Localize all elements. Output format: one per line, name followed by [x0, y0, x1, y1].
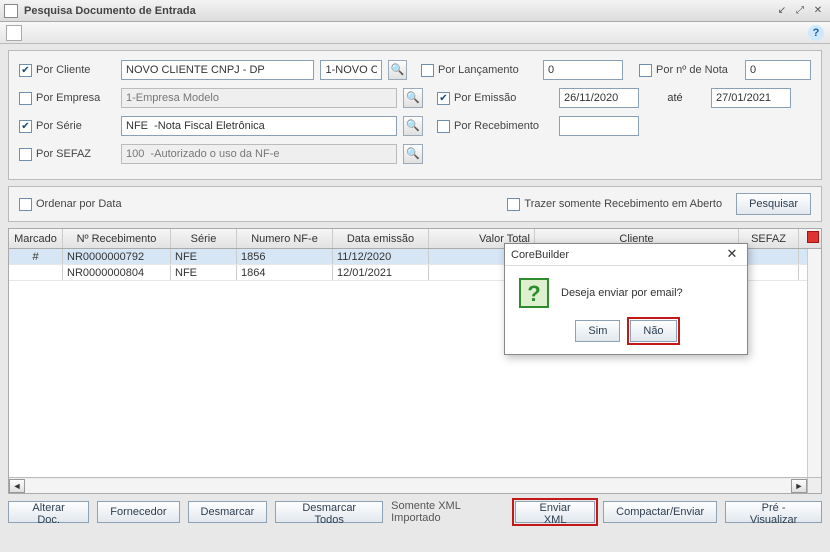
dialog-yes-button[interactable]: Sim: [575, 320, 620, 342]
minimize-icon[interactable]: ↙: [774, 4, 790, 18]
por-cliente-checkbox[interactable]: Por Cliente: [19, 64, 115, 77]
lookup-sefaz-icon[interactable]: 🔍: [403, 144, 423, 164]
help-icon[interactable]: ?: [808, 25, 824, 41]
cell-serie: NFE: [171, 249, 237, 264]
compactar-enviar-button[interactable]: Compactar/Enviar: [603, 501, 717, 523]
col-numero-nfe[interactable]: Numero NF-e: [237, 229, 333, 248]
por-serie-checkbox[interactable]: Por Série: [19, 120, 115, 133]
por-lancamento-label: Por Lançamento: [438, 64, 519, 76]
ate-label: até: [645, 92, 705, 104]
cell-sefaz: [739, 265, 799, 280]
fornecedor-button[interactable]: Fornecedor: [97, 501, 179, 523]
por-serie-label: Por Série: [36, 120, 82, 132]
scroll-left-icon[interactable]: ◄: [9, 479, 25, 493]
checkbox-icon: [437, 92, 450, 105]
dialog-titlebar: CoreBuilder ✕: [505, 244, 747, 266]
trazer-label: Trazer somente Recebimento em Aberto: [524, 198, 722, 210]
window-icon: [4, 4, 18, 18]
close-icon[interactable]: ✕: [810, 4, 826, 18]
col-sefaz[interactable]: SEFAZ: [739, 229, 799, 248]
cell-marcado: [9, 265, 63, 280]
por-recebimento-label: Por Recebimento: [454, 120, 539, 132]
checkbox-icon: [507, 198, 520, 211]
ordenar-por-data-checkbox[interactable]: Ordenar por Data: [19, 198, 122, 211]
checkbox-icon: [639, 64, 652, 77]
por-recebimento-checkbox[interactable]: Por Recebimento: [437, 120, 553, 133]
cell-recebimento: NR0000000804: [63, 265, 171, 280]
pesquisar-button[interactable]: Pesquisar: [736, 193, 811, 215]
vertical-scrollbar[interactable]: [807, 249, 821, 477]
checkbox-icon: [19, 198, 32, 211]
cell-serie: NFE: [171, 265, 237, 280]
sefaz-input: [121, 144, 397, 164]
scroll-corner: [807, 477, 821, 493]
desmarcar-button[interactable]: Desmarcar: [188, 501, 268, 523]
por-empresa-checkbox[interactable]: Por Empresa: [19, 92, 115, 105]
checkbox-icon: [421, 64, 434, 77]
por-lancamento-checkbox[interactable]: Por Lançamento: [421, 64, 537, 77]
cell-numero-nfe: 1856: [237, 249, 333, 264]
horizontal-scrollbar[interactable]: ◄ ►: [9, 477, 807, 493]
filters-panel: Por Cliente 🔍 Por Lançamento Por nº de N…: [8, 50, 822, 180]
alterar-doc-button[interactable]: Alterar Doc.: [8, 501, 89, 523]
por-sefaz-checkbox[interactable]: Por SEFAZ: [19, 148, 115, 161]
dialog-close-icon[interactable]: ✕: [723, 247, 741, 263]
dialog-title: CoreBuilder: [511, 249, 723, 261]
checkbox-icon: [19, 148, 32, 161]
por-cliente-label: Por Cliente: [36, 64, 90, 76]
num-nota-input[interactable]: [745, 60, 811, 80]
dialog-no-button[interactable]: Não: [630, 320, 676, 342]
col-data-emissao[interactable]: Data emissão: [333, 229, 429, 248]
emissao-from-input[interactable]: [559, 88, 639, 108]
por-sefaz-label: Por SEFAZ: [36, 148, 91, 160]
window-titlebar: Pesquisa Documento de Entrada ↙ ⤢ ✕: [0, 0, 830, 22]
checkbox-icon: [19, 120, 32, 133]
dialog-message: Deseja enviar por email?: [561, 287, 683, 299]
lookup-empresa-icon[interactable]: 🔍: [403, 88, 423, 108]
desmarcar-todos-button[interactable]: Desmarcar Todos: [275, 501, 383, 523]
cliente-code-input[interactable]: [320, 60, 382, 80]
maximize-icon[interactable]: ⤢: [792, 4, 808, 18]
table-corner-icon[interactable]: [807, 231, 819, 243]
por-num-nota-label: Por nº de Nota: [656, 64, 728, 76]
checkbox-icon: [19, 92, 32, 105]
cell-recebimento: NR0000000792: [63, 249, 171, 264]
cell-marcado: #: [9, 249, 63, 264]
col-serie[interactable]: Série: [171, 229, 237, 248]
emissao-to-input[interactable]: [711, 88, 791, 108]
scroll-right-icon[interactable]: ►: [791, 479, 807, 493]
checkbox-icon: [437, 120, 450, 133]
window-title: Pesquisa Documento de Entrada: [24, 5, 772, 17]
lookup-serie-icon[interactable]: 🔍: [403, 116, 423, 136]
col-marcado[interactable]: Marcado: [9, 229, 63, 248]
toolbar-button[interactable]: [6, 25, 22, 41]
serie-input[interactable]: [121, 116, 397, 136]
cell-data-emissao: 11/12/2020: [333, 249, 429, 264]
checkbox-icon: [19, 64, 32, 77]
ordenar-label: Ordenar por Data: [36, 198, 122, 210]
cell-sefaz: [739, 249, 799, 264]
col-recebimento[interactable]: Nº Recebimento: [63, 229, 171, 248]
por-emissao-label: Por Emissão: [454, 92, 516, 104]
cliente-input[interactable]: [121, 60, 314, 80]
por-num-nota-checkbox[interactable]: Por nº de Nota: [639, 64, 739, 77]
cell-data-emissao: 12/01/2021: [333, 265, 429, 280]
enviar-xml-button[interactable]: Enviar XML: [515, 501, 595, 523]
footer-actions: Alterar Doc. Fornecedor Desmarcar Desmar…: [8, 500, 822, 524]
empresa-input: [121, 88, 397, 108]
toolbar: ?: [0, 22, 830, 44]
recebimento-input[interactable]: [559, 116, 639, 136]
por-empresa-label: Por Empresa: [36, 92, 100, 104]
confirm-dialog: CoreBuilder ✕ ? Deseja enviar por email?…: [504, 243, 748, 355]
options-panel: Ordenar por Data Trazer somente Recebime…: [8, 186, 822, 222]
trazer-recebimento-aberto-checkbox[interactable]: Trazer somente Recebimento em Aberto: [507, 198, 722, 211]
lancamento-input[interactable]: [543, 60, 623, 80]
scroll-track[interactable]: [25, 479, 791, 493]
somente-xml-label: Somente XML Importado: [391, 500, 507, 524]
pre-visualizar-button[interactable]: Pré - Visualizar: [725, 501, 822, 523]
lookup-cliente-icon[interactable]: 🔍: [388, 60, 407, 80]
cell-numero-nfe: 1864: [237, 265, 333, 280]
question-icon: ?: [519, 278, 549, 308]
por-emissao-checkbox[interactable]: Por Emissão: [437, 92, 553, 105]
